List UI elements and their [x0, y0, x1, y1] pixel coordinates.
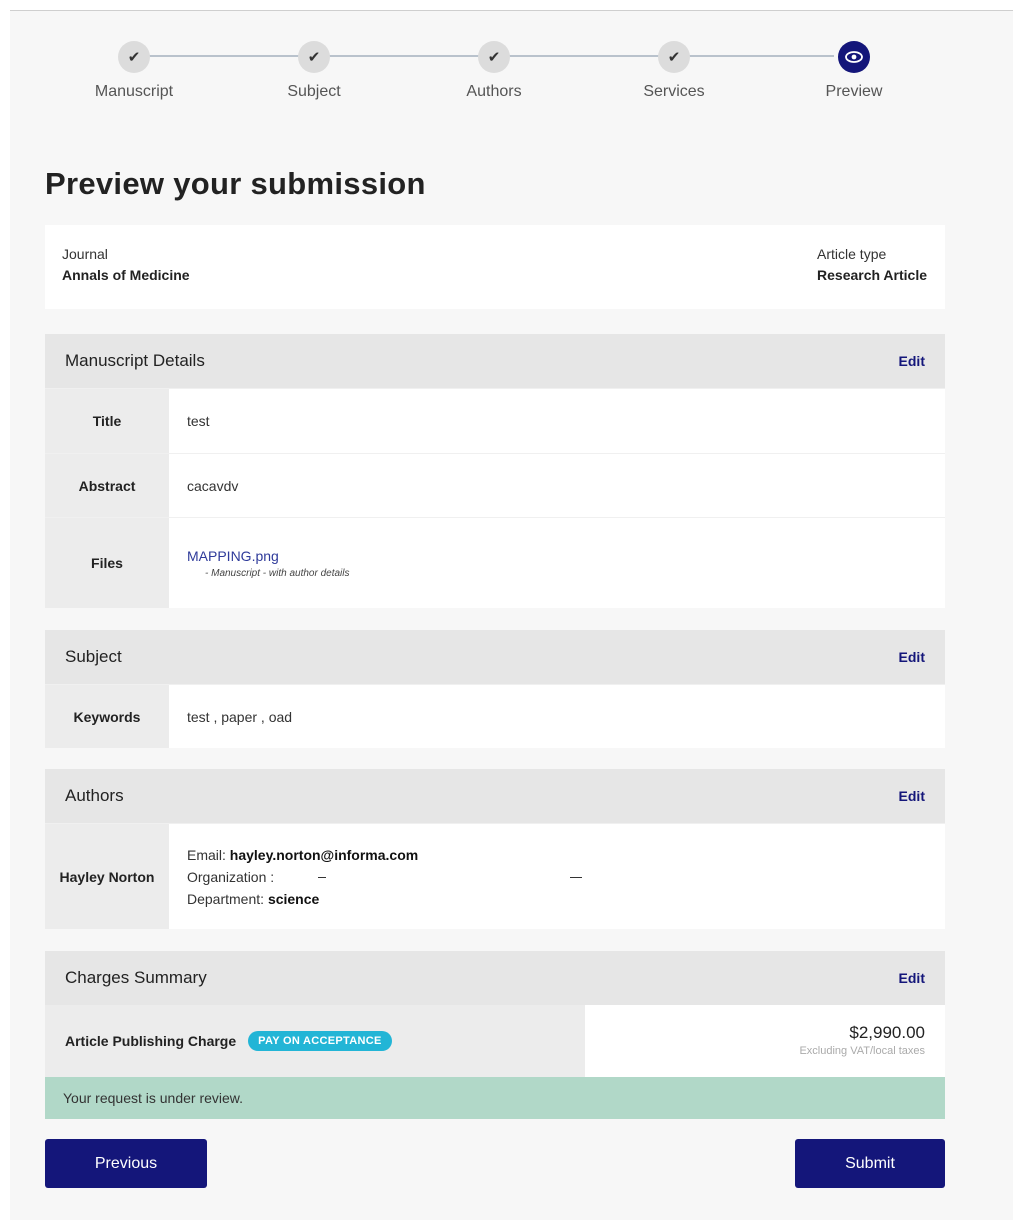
charge-row: Article Publishing Charge PAY ON ACCEPTA… — [45, 1005, 945, 1077]
abstract-value: cacavdv — [187, 477, 239, 494]
section-header: Authors Edit — [45, 769, 945, 823]
row-label: Keywords — [45, 685, 169, 748]
dept-label: Department: — [187, 890, 265, 907]
manuscript-details-section: Manuscript Details Edit Title test Abstr… — [45, 334, 945, 608]
keywords-row: Keywords test , paper , oad — [45, 684, 945, 748]
row-label: Title — [45, 389, 169, 453]
step-label: Authors — [466, 83, 522, 100]
section-title: Charges Summary — [65, 968, 207, 987]
step-services[interactable]: ✔ Services — [614, 41, 734, 101]
tax-note: Excluding VAT/local taxes — [799, 1045, 925, 1057]
title-row: Title test — [45, 388, 945, 453]
article-type-value: Research Article — [817, 267, 927, 283]
previous-button[interactable]: Previous — [45, 1139, 207, 1188]
email-label: Email: — [187, 846, 226, 863]
author-email-line: Email: hayley.norton@informa.com — [187, 844, 418, 866]
charge-price: $2,990.00 — [849, 1023, 925, 1042]
eye-icon — [838, 41, 870, 73]
author-row: Hayley Norton Email: hayley.norton@infor… — [45, 823, 945, 929]
pay-on-acceptance-badge: PAY ON ACCEPTANCE — [248, 1031, 392, 1051]
step-label: Subject — [287, 83, 341, 100]
org-label: Organization : — [187, 868, 275, 885]
journal-label: Journal — [62, 246, 108, 262]
edit-charges-link[interactable]: Edit — [899, 970, 925, 986]
files-row: Files MAPPING.png - Manuscript - with au… — [45, 517, 945, 608]
edit-subject-link[interactable]: Edit — [899, 649, 925, 665]
edit-authors-link[interactable]: Edit — [899, 788, 925, 804]
section-header: Charges Summary Edit — [45, 951, 945, 1005]
check-icon: ✔ — [478, 41, 510, 73]
journal-card: Journal Annals of Medicine Article type … — [45, 225, 945, 309]
step-subject[interactable]: ✔ Subject — [254, 41, 374, 101]
page: ✔ Manuscript ✔ Subject ✔ Authors ✔ Servi… — [10, 10, 1013, 1220]
abstract-row: Abstract cacavdv — [45, 453, 945, 517]
step-label: Preview — [825, 83, 883, 100]
article-type-label: Article type — [817, 246, 887, 262]
step-preview[interactable]: Preview — [794, 41, 914, 101]
authors-section: Authors Edit Hayley Norton Email: hayley… — [45, 769, 945, 929]
file-link[interactable]: MAPPING.png — [187, 548, 279, 564]
page-title: Preview your submission — [45, 166, 426, 201]
dept-value: science — [267, 890, 320, 907]
row-label: Abstract — [45, 454, 169, 517]
author-name: Hayley Norton — [45, 824, 169, 929]
check-icon: ✔ — [118, 41, 150, 73]
author-org-line: Organization : — [187, 866, 582, 888]
section-title: Subject — [65, 647, 122, 666]
charges-summary-section: Charges Summary Edit Article Publishing … — [45, 951, 945, 1119]
edit-manuscript-link[interactable]: Edit — [899, 353, 925, 369]
email-value: hayley.norton@informa.com — [229, 846, 419, 863]
subject-section: Subject Edit Keywords test , paper , oad — [45, 630, 945, 748]
step-label: Services — [643, 83, 705, 100]
file-description: - Manuscript - with author details — [205, 567, 350, 579]
section-title: Manuscript Details — [65, 351, 205, 370]
author-dept-line: Department: science — [187, 888, 319, 910]
section-header: Manuscript Details Edit — [45, 334, 945, 388]
journal-value: Annals of Medicine — [62, 267, 190, 283]
title-value: test — [187, 413, 210, 429]
check-icon: ✔ — [658, 41, 690, 73]
charge-label-cell: Article Publishing Charge PAY ON ACCEPTA… — [45, 1005, 585, 1077]
redaction-mark — [569, 877, 582, 879]
keywords-value: test , paper , oad — [187, 708, 293, 725]
step-authors[interactable]: ✔ Authors — [434, 41, 554, 101]
submit-button[interactable]: Submit — [795, 1139, 945, 1188]
progress-stepper: ✔ Manuscript ✔ Subject ✔ Authors ✔ Servi… — [10, 41, 1013, 111]
apc-label: Article Publishing Charge — [65, 1033, 237, 1049]
step-manuscript[interactable]: ✔ Manuscript — [74, 41, 194, 101]
section-header: Subject Edit — [45, 630, 945, 684]
check-icon: ✔ — [298, 41, 330, 73]
charge-price-cell: $2,990.00 Excluding VAT/local taxes — [585, 1005, 945, 1077]
row-label: Files — [45, 518, 169, 608]
status-message: Your request is under review. — [45, 1077, 945, 1119]
section-title: Authors — [65, 786, 124, 805]
step-label: Manuscript — [94, 83, 174, 100]
redaction-mark — [318, 877, 327, 879]
